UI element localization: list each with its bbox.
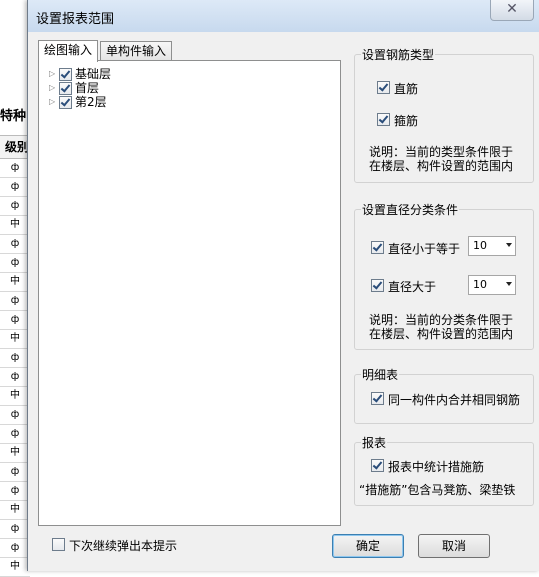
expand-arrow-icon[interactable]: ▷ xyxy=(49,95,59,109)
close-button[interactable]: ✕ xyxy=(490,0,534,21)
grade-cell: ф xyxy=(0,349,30,368)
checkbox-box[interactable] xyxy=(371,392,384,405)
checkbox-label: 直径大于 xyxy=(388,280,437,294)
cancel-button[interactable]: 取消 xyxy=(418,534,490,558)
grade-cell: ф xyxy=(0,235,30,254)
checkbox-label: 同一构件内合并相同钢筋 xyxy=(388,393,521,407)
note-line: 说明：当前的分类条件限于 xyxy=(369,313,514,327)
checkbox-box[interactable] xyxy=(371,459,384,472)
report-range-dialog: 设置报表范围 ✕ 绘图输入 单构件输入 ▷ 基础层 ▷ 首层 ▷ 第2层 设置钢筋类型 xyxy=(27,0,539,571)
floor-tree: ▷ 基础层 ▷ 首层 ▷ 第2层 xyxy=(49,67,111,109)
tab-single-component-input[interactable]: 单构件输入 xyxy=(100,41,173,61)
checkbox-label: 下次继续弹出本提示 xyxy=(69,539,178,553)
straight-bar-checkbox[interactable]: 直筋 xyxy=(377,80,418,97)
grade-cell: 中 xyxy=(0,558,30,577)
group-title: 设置钢筋类型 xyxy=(361,46,436,63)
grade-cell: ф xyxy=(0,159,30,178)
grade-cell: 中 xyxy=(0,501,30,520)
diameter-note: 说明：当前的分类条件限于 在楼层、构件设置的范围内 xyxy=(369,313,513,341)
grade-cell: 中 xyxy=(0,330,30,349)
grade-cell: ф xyxy=(0,197,30,216)
grade-cell: ф xyxy=(0,254,30,273)
grade-cell: 中 xyxy=(0,273,30,292)
grade-cell: ф xyxy=(0,482,30,501)
tree-checkbox[interactable] xyxy=(59,68,72,81)
dropdown-arrow-icon[interactable] xyxy=(506,282,512,286)
select-value: 10 xyxy=(473,239,487,252)
note-line: 在楼层、构件设置的范围内 xyxy=(369,327,514,341)
grade-cell: ф xyxy=(0,463,30,482)
report-group: 报表 报表中统计措施筋 “措施筋”包含马凳筋、梁垫铁 xyxy=(354,434,534,506)
sheet-title: 特种 xyxy=(0,109,27,124)
expand-arrow-icon[interactable]: ▷ xyxy=(49,81,59,95)
grade-cell: ф xyxy=(0,178,30,197)
checkbox-label: 直筋 xyxy=(394,82,419,96)
tree-item-label: 基础层 xyxy=(75,67,112,81)
dialog-title: 设置报表范围 xyxy=(36,12,115,27)
diameter-group: 设置直径分类条件 直径小于等于 10 直径大于 10 说明：当前的分类条件限于 … xyxy=(354,201,534,350)
diameter-gt-checkbox[interactable]: 直径大于 xyxy=(371,278,436,295)
checkbox-box[interactable] xyxy=(371,241,384,254)
checkbox-label: 报表中统计措施筋 xyxy=(388,460,485,474)
group-title: 设置直径分类条件 xyxy=(361,201,460,218)
grade-cell: ф xyxy=(0,406,30,425)
grade-cell: ф xyxy=(0,368,30,387)
grade-cell: ф xyxy=(0,311,30,330)
grade-cell: 中 xyxy=(0,444,30,463)
grade-cell: ф xyxy=(0,539,30,558)
checkbox-box[interactable] xyxy=(377,113,390,126)
checkbox-box[interactable] xyxy=(371,279,384,292)
tree-checkbox[interactable] xyxy=(59,96,72,109)
group-title: 明细表 xyxy=(361,366,400,383)
show-again-checkbox[interactable]: 下次继续弹出本提示 xyxy=(52,537,177,554)
select-value: 10 xyxy=(473,278,487,291)
detail-group: 明细表 同一构件内合并相同钢筋 xyxy=(354,366,534,424)
checkbox-box[interactable] xyxy=(52,538,65,551)
merge-same-rebar-checkbox[interactable]: 同一构件内合并相同钢筋 xyxy=(371,391,520,408)
tab-drawing-input[interactable]: 绘图输入 xyxy=(38,40,99,62)
dropdown-arrow-icon[interactable] xyxy=(506,243,512,247)
diameter-gt-select[interactable]: 10 xyxy=(468,275,516,295)
note-line: 在楼层、构件设置的范围内 xyxy=(369,159,514,173)
column-header: 级别 xyxy=(0,135,30,159)
grade-cell: 中 xyxy=(0,387,30,406)
group-title: 报表 xyxy=(361,434,388,451)
stirrup-checkbox[interactable]: 箍筋 xyxy=(377,112,418,129)
grade-cell: 中 xyxy=(0,216,30,235)
checkbox-label: 箍筋 xyxy=(394,114,419,128)
tree-checkbox[interactable] xyxy=(59,82,72,95)
ok-button[interactable]: 确定 xyxy=(332,534,404,558)
rebar-type-note: 说明：当前的类型条件限于 在楼层、构件设置的范围内 xyxy=(369,145,513,173)
grade-cell: ф xyxy=(0,292,30,311)
dialog-body: 绘图输入 单构件输入 ▷ 基础层 ▷ 首层 ▷ 第2层 设置钢筋类型 直筋 箍筋… xyxy=(28,32,539,571)
checkbox-box[interactable] xyxy=(377,81,390,94)
tree-item-label: 第2层 xyxy=(75,95,107,109)
expand-arrow-icon[interactable]: ▷ xyxy=(49,67,59,81)
tree-item-foundation[interactable]: ▷ 基础层 xyxy=(49,67,111,81)
tree-item-second-floor[interactable]: ▷ 第2层 xyxy=(49,95,111,109)
measure-rebar-note: “措施筋”包含马凳筋、梁垫铁 xyxy=(359,483,516,497)
grade-column: 级别 ффф中фф中фф中фф中фф中фф中фф中 xyxy=(0,135,30,577)
grade-cell: ф xyxy=(0,520,30,539)
tree-item-label: 首层 xyxy=(75,81,100,95)
rebar-type-group: 设置钢筋类型 直筋 箍筋 说明：当前的类型条件限于 在楼层、构件设置的范围内 xyxy=(354,46,534,183)
note-line: 说明：当前的类型条件限于 xyxy=(369,145,514,159)
diameter-le-select[interactable]: 10 xyxy=(468,236,516,256)
tree-item-first-floor[interactable]: ▷ 首层 xyxy=(49,81,111,95)
grade-cell: ф xyxy=(0,425,30,444)
count-measure-rebar-checkbox[interactable]: 报表中统计措施筋 xyxy=(371,458,484,475)
checkbox-label: 直径小于等于 xyxy=(388,242,461,256)
diameter-le-checkbox[interactable]: 直径小于等于 xyxy=(371,240,460,257)
title-bar[interactable]: 设置报表范围 ✕ xyxy=(28,0,539,32)
floor-tree-pane: ▷ 基础层 ▷ 首层 ▷ 第2层 xyxy=(38,60,341,526)
